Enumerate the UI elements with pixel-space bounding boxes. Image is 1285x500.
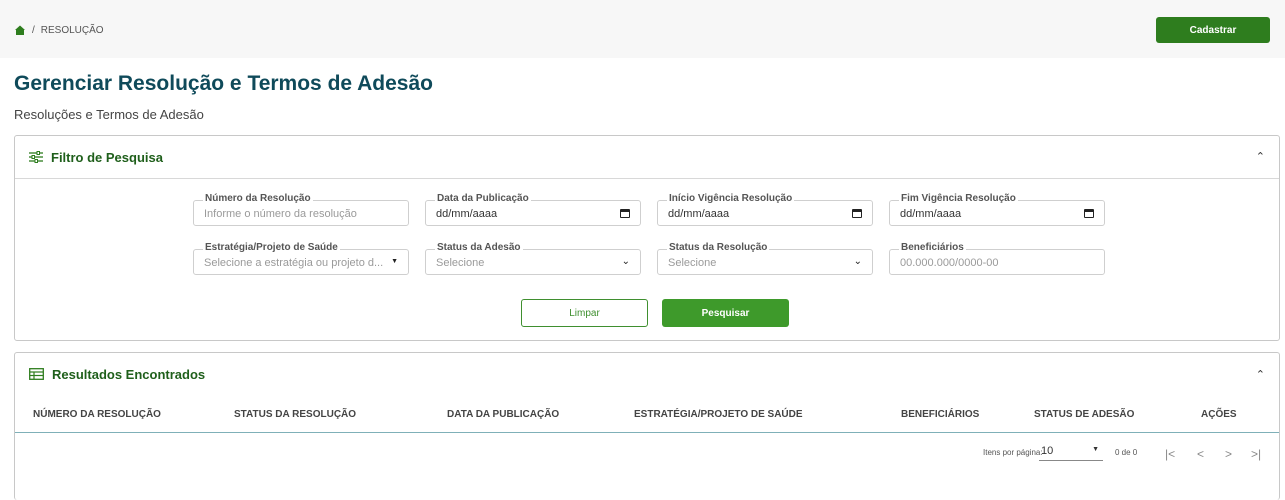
field-label: Status da Resolução xyxy=(667,242,770,253)
filter-panel: Filtro de Pesquisa ⌃ Número da Resolução… xyxy=(14,135,1280,341)
field-placeholder: Selecione xyxy=(668,257,717,269)
page-size-value: 10 xyxy=(1041,445,1054,457)
breadcrumb: / RESOLUÇÃO xyxy=(14,24,104,36)
chevron-up-icon[interactable]: ⌃ xyxy=(1256,368,1265,381)
chevron-down-icon[interactable]: ⌄ xyxy=(622,256,630,267)
prev-page-icon[interactable]: < xyxy=(1197,447,1204,461)
column-header: AÇÕES xyxy=(1201,409,1237,420)
results-panel: Resultados Encontrados ⌃ NÚMERO DA RESOL… xyxy=(14,352,1280,500)
status-adesao-select[interactable]: Status da Adesão Selecione ⌄ xyxy=(425,242,641,275)
filter-panel-header[interactable]: Filtro de Pesquisa ⌃ xyxy=(15,136,1279,178)
column-header[interactable]: BENEFICIÁRIOS xyxy=(901,409,979,420)
column-header[interactable]: DATA DA PUBLICAÇÃO xyxy=(447,409,559,420)
page-title: Gerenciar Resolução e Termos de Adesão xyxy=(14,72,433,95)
column-header[interactable]: ESTRATÉGIA/PROJETO DE SAÚDE xyxy=(634,409,803,420)
next-page-icon[interactable]: > xyxy=(1225,447,1232,461)
field-placeholder: 00.000.000/0000-00 xyxy=(900,257,999,269)
results-panel-title: Resultados Encontrados xyxy=(52,366,206,382)
field-label: Fim Vigência Resolução xyxy=(899,193,1018,204)
field-placeholder: Selecione xyxy=(436,257,485,269)
field-placeholder: dd/mm/aaaa xyxy=(668,208,730,220)
limpar-button[interactable]: Limpar xyxy=(521,299,648,327)
chevron-down-icon[interactable]: ⌄ xyxy=(854,256,862,267)
field-placeholder: dd/mm/aaaa xyxy=(436,208,498,220)
field-label: Início Vigência Resolução xyxy=(667,193,795,204)
field-label: Beneficiários xyxy=(899,242,966,253)
filter-divider xyxy=(15,178,1279,179)
results-panel-header[interactable]: Resultados Encontrados ⌃ xyxy=(15,353,1279,395)
numero-resolucao-field[interactable]: Número da Resolução Informe o número da … xyxy=(193,193,409,226)
field-label: Número da Resolução xyxy=(203,193,313,204)
field-label: Estratégia/Projeto de Saúde xyxy=(203,242,340,253)
calendar-icon[interactable] xyxy=(620,209,630,218)
caret-down-icon: ▼ xyxy=(1092,446,1099,453)
chevron-up-icon[interactable]: ⌃ xyxy=(1256,150,1265,163)
beneficiarios-field[interactable]: Beneficiários 00.000.000/0000-00 xyxy=(889,242,1105,275)
breadcrumb-separator: / xyxy=(32,24,35,36)
column-header[interactable]: STATUS DE ADESÃO xyxy=(1034,409,1134,420)
field-label: Status da Adesão xyxy=(435,242,523,253)
calendar-icon[interactable] xyxy=(852,209,862,218)
field-placeholder: Informe o número da resolução xyxy=(204,208,357,220)
estrategia-projeto-select[interactable]: Estratégia/Projeto de Saúde Selecione a … xyxy=(193,242,409,275)
status-resolucao-select[interactable]: Status da Resolução Selecione ⌄ xyxy=(657,242,873,275)
last-page-icon[interactable]: >| xyxy=(1251,447,1261,461)
column-header[interactable]: NÚMERO DA RESOLUÇÃO xyxy=(33,409,161,420)
field-placeholder: dd/mm/aaaa xyxy=(900,208,962,220)
items-per-page-label: Itens por página: xyxy=(983,448,1043,457)
field-placeholder: Selecione a estratégia ou projeto d... xyxy=(204,257,384,269)
breadcrumb-current: RESOLUÇÃO xyxy=(40,24,104,36)
column-header[interactable]: STATUS DA RESOLUÇÃO xyxy=(234,409,356,420)
table-header-row: NÚMERO DA RESOLUÇÃO STATUS DA RESOLUÇÃO … xyxy=(15,395,1279,433)
pesquisar-button[interactable]: Pesquisar xyxy=(662,299,789,327)
page-size-select[interactable]: 10 ▼ xyxy=(1039,445,1103,461)
inicio-vigencia-field[interactable]: Início Vigência Resolução dd/mm/aaaa xyxy=(657,193,873,226)
top-bar: / RESOLUÇÃO Cadastrar xyxy=(0,0,1285,58)
first-page-icon[interactable]: |< xyxy=(1165,447,1175,461)
filter-panel-title: Filtro de Pesquisa xyxy=(51,149,163,165)
filter-sliders-icon xyxy=(29,151,43,163)
home-icon[interactable] xyxy=(14,24,26,36)
page-subtitle: Resoluções e Termos de Adesão xyxy=(14,107,204,122)
field-label: Data da Publicação xyxy=(435,193,531,204)
table-icon xyxy=(29,368,44,380)
calendar-icon[interactable] xyxy=(1084,209,1094,218)
cadastrar-button[interactable]: Cadastrar xyxy=(1156,17,1270,43)
paginator-range: 0 de 0 xyxy=(1115,448,1138,457)
caret-down-icon[interactable]: ▼ xyxy=(391,258,398,265)
data-publicacao-field[interactable]: Data da Publicação dd/mm/aaaa xyxy=(425,193,641,226)
fim-vigencia-field[interactable]: Fim Vigência Resolução dd/mm/aaaa xyxy=(889,193,1105,226)
